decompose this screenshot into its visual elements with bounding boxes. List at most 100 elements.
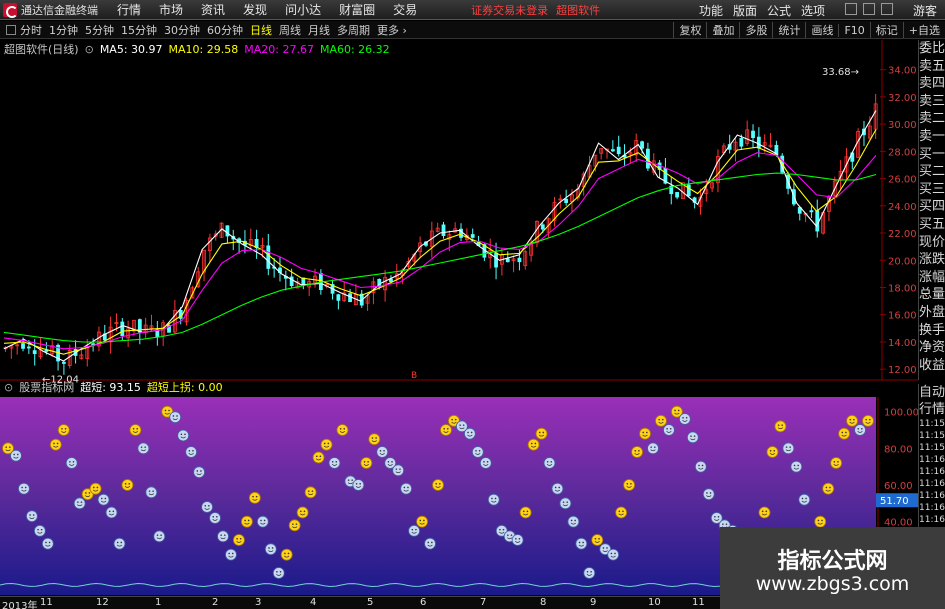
smiley-eye-icon (821, 519, 823, 522)
period-tab[interactable]: 15分钟 (121, 24, 157, 37)
toolbar-checkbox[interactable] (6, 24, 16, 35)
period-tab[interactable]: 月线 (308, 24, 330, 37)
smiley-eye-icon (698, 464, 700, 467)
period-tab[interactable]: 更多 › (377, 24, 407, 37)
smile-up-icon (296, 506, 309, 519)
indicator-value-2: 超短上拐: 0.00 (146, 381, 223, 394)
login-notice[interactable]: 证券交易未登录 (471, 2, 548, 18)
smiley-eye-icon (92, 486, 95, 489)
smiley-eye-icon (168, 409, 170, 412)
smiley-eye-icon (255, 495, 258, 498)
smiley-eye-icon (112, 510, 115, 513)
minimize-icon[interactable] (845, 3, 857, 15)
smiley-eye-icon (534, 442, 537, 445)
price-tick-label: 32.00 (888, 93, 917, 104)
menu-function[interactable]: 功能 (699, 2, 723, 19)
smiley-eye-icon (614, 552, 616, 555)
smiley-eye-icon (470, 431, 473, 434)
period-tab[interactable]: 周线 (279, 24, 301, 37)
maximize-icon[interactable] (863, 3, 875, 15)
smiley-eye-icon (343, 428, 346, 430)
tool-button[interactable]: +自选 (902, 22, 945, 38)
smiley-eye-icon (244, 519, 246, 522)
period-tab[interactable]: 5分钟 (85, 24, 114, 37)
price-tick-label: 14.00 (888, 338, 917, 349)
candle-body (266, 245, 271, 269)
smiley-eye-icon (180, 433, 183, 436)
period-tab[interactable]: 分时 (20, 24, 42, 37)
smiley-eye-icon (491, 497, 493, 500)
tool-button[interactable]: 画线 (805, 22, 838, 38)
menu-exchange[interactable]: 市场 (159, 1, 183, 18)
tool-button[interactable]: 标记 (869, 22, 903, 38)
quote-label: 买三 (919, 181, 945, 197)
indicator-name: 股票指标网 (19, 381, 75, 394)
smiley-eye-icon (124, 483, 127, 485)
smile-down-icon (137, 442, 150, 455)
candle-body (470, 234, 475, 238)
guest-button[interactable]: 游客 (913, 2, 937, 19)
smiley-eye-icon (295, 523, 298, 525)
close-icon[interactable] (881, 3, 893, 15)
smiley-eye-icon (626, 483, 629, 485)
date-tick: 2 (212, 597, 219, 608)
smile-down-icon (352, 479, 365, 491)
smiley-eye-icon (785, 446, 788, 448)
menu-trade[interactable]: 交易 (393, 1, 417, 18)
smiley-eye-icon (829, 486, 831, 489)
tool-button[interactable]: F10 (838, 23, 869, 37)
period-tab[interactable]: 日线 (250, 24, 272, 37)
tick-time: 11:16 (919, 491, 945, 501)
period-tabs: 分时 1分钟 5分钟 15分钟 30分钟 60分钟 日线 周线 月线 多周期 更多 › (20, 22, 414, 38)
tool-button[interactable]: 叠加 (706, 22, 739, 38)
menu-wealth[interactable]: 财富圈 (339, 1, 375, 18)
tool-button[interactable]: 复权 (673, 22, 706, 38)
smiley-eye-icon (40, 528, 43, 531)
smile-up-icon (304, 486, 317, 499)
menu-ask[interactable]: 问小达 (285, 1, 321, 18)
smiley-eye-icon (152, 490, 154, 492)
tick-panel-label: 行情 (919, 402, 945, 417)
smile-down-icon (782, 442, 795, 455)
smile-down-icon (694, 460, 707, 473)
smiley-eye-icon (574, 519, 576, 522)
menu-market[interactable]: 行情 (117, 1, 141, 18)
smiley-eye-icon (714, 516, 716, 518)
smile-down-icon (41, 537, 54, 550)
smiley-eye-icon (761, 510, 764, 513)
date-tick: 11 (40, 597, 53, 608)
smiley-eye-icon (582, 541, 584, 544)
period-tab[interactable]: 60分钟 (207, 24, 243, 37)
quote-label: 卖四 (919, 76, 945, 92)
smiley-eye-icon (383, 450, 385, 452)
menu-options[interactable]: 选项 (801, 2, 825, 19)
period-tab[interactable]: 30分钟 (164, 24, 200, 37)
smile-up-icon (774, 420, 787, 433)
smile-down-icon (193, 466, 206, 479)
indicator-tick-label: 100.00 (884, 408, 919, 419)
smile-down-icon (607, 548, 620, 561)
tool-button[interactable]: 多股 (739, 22, 772, 38)
smiley-eye-icon (451, 418, 453, 421)
menu-discover[interactable]: 发现 (243, 1, 267, 18)
kline-chart[interactable]: 34.00 32.00 30.00 28.00 26.00 24.00 22.00 20.00… (0, 40, 945, 596)
chevron-down-icon[interactable]: ⊙ (85, 43, 94, 56)
menu-formula[interactable]: 公式 (767, 2, 791, 19)
menu-news[interactable]: 资讯 (201, 1, 225, 18)
smile-up-icon (623, 479, 636, 491)
period-tab[interactable]: 1分钟 (49, 24, 78, 37)
smiley-eye-icon (72, 461, 75, 463)
smiley-eye-icon (5, 446, 7, 448)
smile-up-icon (655, 414, 667, 427)
right-menu: 功能 版面 公式 选项 (689, 2, 825, 19)
tool-button[interactable]: 统计 (772, 22, 805, 38)
indicator-icon[interactable]: ⊙ (4, 381, 13, 394)
smiley-eye-icon (128, 483, 131, 485)
menu-layout[interactable]: 版面 (733, 2, 757, 19)
smiley-eye-icon (252, 495, 254, 498)
period-tab[interactable]: 多周期 (337, 24, 370, 37)
candle-body (640, 141, 644, 149)
tick-time: 11:16 (919, 503, 945, 513)
smiley-eye-icon (13, 453, 15, 456)
smiley-eye-icon (674, 409, 676, 412)
